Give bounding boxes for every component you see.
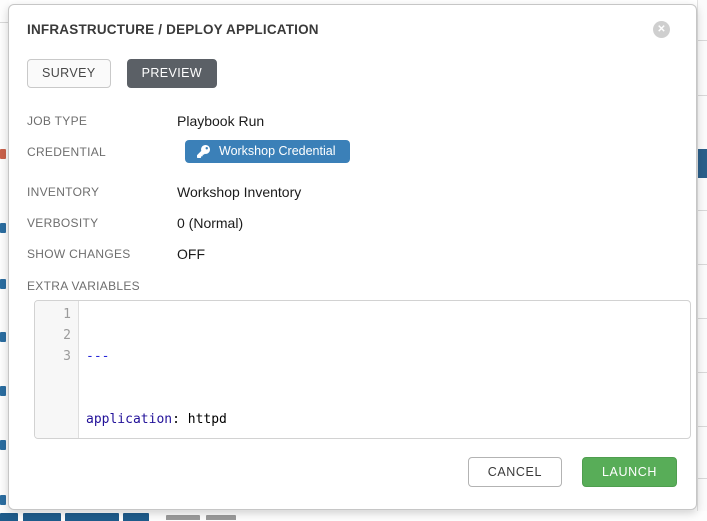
field-row-verbosity: VERBOSITY 0 (Normal) — [27, 207, 690, 238]
job-type-value: Playbook Run — [177, 113, 264, 129]
yaml-doc-separator: --- — [86, 349, 109, 364]
deploy-application-modal: INFRASTRUCTURE / DEPLOY APPLICATION ✕ SU… — [8, 4, 697, 510]
field-row-credential: CREDENTIAL Workshop Credential — [27, 136, 690, 167]
key-icon — [197, 145, 210, 158]
modal-footer: CANCEL LAUNCH — [468, 457, 677, 487]
verbosity-label: VERBOSITY — [27, 216, 177, 230]
code-line-1: --- — [86, 346, 227, 367]
field-row-inventory: INVENTORY Workshop Inventory — [27, 176, 690, 207]
line-number: 2 — [35, 325, 71, 346]
line-number: 1 — [35, 304, 71, 325]
close-icon[interactable]: ✕ — [653, 21, 670, 38]
inventory-value: Workshop Inventory — [177, 184, 301, 200]
field-row-show-changes: SHOW CHANGES OFF — [27, 238, 690, 269]
job-type-label: JOB TYPE — [27, 114, 177, 128]
inventory-label: INVENTORY — [27, 185, 177, 199]
yaml-key: application — [86, 412, 172, 427]
job-details: JOB TYPE Playbook Run CREDENTIAL Worksho… — [27, 105, 690, 269]
background-page-bottom-sliver — [0, 511, 707, 521]
tab-bar: SURVEY PREVIEW — [27, 59, 690, 88]
show-changes-value: OFF — [177, 246, 205, 262]
modal-title: INFRASTRUCTURE / DEPLOY APPLICATION — [27, 22, 690, 38]
cancel-button[interactable]: CANCEL — [468, 457, 562, 487]
credential-badge[interactable]: Workshop Credential — [185, 140, 350, 163]
field-row-job-type: JOB TYPE Playbook Run — [27, 105, 690, 136]
tab-survey[interactable]: SURVEY — [27, 59, 111, 88]
editor-code-area[interactable]: --- application: httpd — [79, 301, 227, 438]
background-page-right-sliver — [697, 0, 707, 521]
extra-variables-editor[interactable]: 1 2 3 --- application: httpd — [34, 300, 691, 439]
extra-variables-label: EXTRA VARIABLES — [27, 279, 690, 293]
editor-line-numbers: 1 2 3 — [35, 301, 79, 438]
yaml-value: httpd — [180, 412, 227, 427]
tab-preview[interactable]: PREVIEW — [127, 59, 217, 88]
show-changes-label: SHOW CHANGES — [27, 247, 177, 261]
credential-badge-label: Workshop Credential — [219, 144, 336, 158]
yaml-colon: : — [172, 412, 180, 427]
credential-label: CREDENTIAL — [27, 145, 177, 159]
verbosity-value: 0 (Normal) — [177, 215, 243, 231]
code-line-2: application: httpd — [86, 409, 227, 430]
launch-button[interactable]: LAUNCH — [582, 457, 677, 487]
modal-header: INFRASTRUCTURE / DEPLOY APPLICATION ✕ — [27, 22, 690, 38]
line-number: 3 — [35, 346, 71, 367]
